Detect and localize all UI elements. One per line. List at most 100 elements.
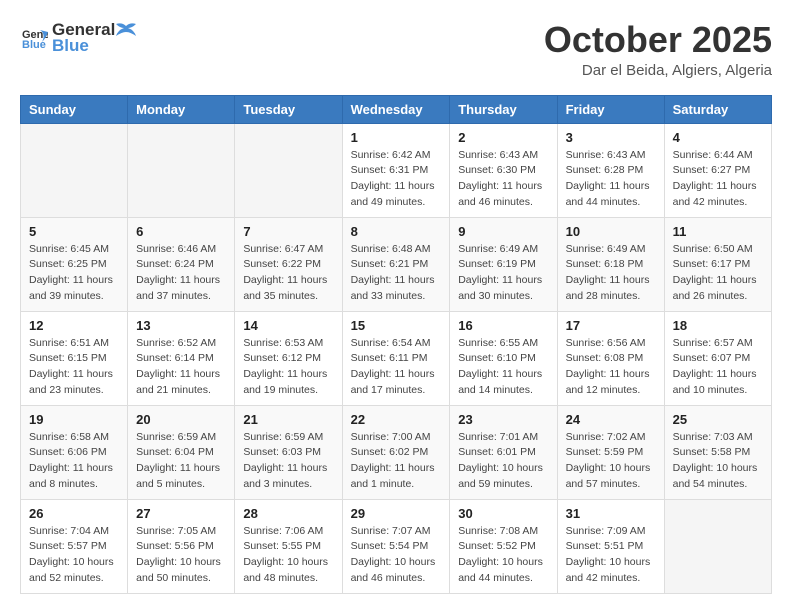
day-number: 18 xyxy=(673,318,763,333)
sunset-info: Sunset: 6:15 PM xyxy=(29,351,119,367)
sunset-info: Sunset: 6:11 PM xyxy=(351,351,442,367)
sunrise-info: Sunrise: 7:05 AM xyxy=(136,524,226,540)
sunrise-info: Sunrise: 7:00 AM xyxy=(351,430,442,446)
sunset-info: Sunset: 6:18 PM xyxy=(566,257,656,273)
calendar-cell: 25Sunrise: 7:03 AMSunset: 5:58 PMDayligh… xyxy=(664,405,771,499)
day-number: 5 xyxy=(29,224,119,239)
calendar-cell xyxy=(235,123,342,217)
sunset-info: Sunset: 5:52 PM xyxy=(458,539,548,555)
sunset-info: Sunset: 6:22 PM xyxy=(243,257,333,273)
daylight-info: Daylight: 11 hours and 21 minutes. xyxy=(136,367,226,399)
sunrise-info: Sunrise: 6:59 AM xyxy=(136,430,226,446)
daylight-info: Daylight: 11 hours and 14 minutes. xyxy=(458,367,548,399)
calendar-cell: 3Sunrise: 6:43 AMSunset: 6:28 PMDaylight… xyxy=(557,123,664,217)
weekday-header: Monday xyxy=(128,95,235,123)
day-number: 12 xyxy=(29,318,119,333)
sunrise-info: Sunrise: 7:09 AM xyxy=(566,524,656,540)
sunset-info: Sunset: 6:21 PM xyxy=(351,257,442,273)
sunset-info: Sunset: 5:59 PM xyxy=(566,445,656,461)
calendar-cell: 4Sunrise: 6:44 AMSunset: 6:27 PMDaylight… xyxy=(664,123,771,217)
sunset-info: Sunset: 5:55 PM xyxy=(243,539,333,555)
daylight-info: Daylight: 11 hours and 28 minutes. xyxy=(566,273,656,305)
calendar-subtitle: Dar el Beida, Algiers, Algeria xyxy=(544,62,772,79)
calendar-title: October 2025 xyxy=(544,20,772,60)
logo: General Blue General Blue xyxy=(20,20,136,57)
daylight-info: Daylight: 11 hours and 3 minutes. xyxy=(243,461,333,493)
daylight-info: Daylight: 11 hours and 44 minutes. xyxy=(566,179,656,211)
daylight-info: Daylight: 11 hours and 30 minutes. xyxy=(458,273,548,305)
sunrise-info: Sunrise: 6:52 AM xyxy=(136,336,226,352)
daylight-info: Daylight: 11 hours and 23 minutes. xyxy=(29,367,119,399)
day-number: 17 xyxy=(566,318,656,333)
calendar-header-row: SundayMondayTuesdayWednesdayThursdayFrid… xyxy=(21,95,772,123)
daylight-info: Daylight: 11 hours and 46 minutes. xyxy=(458,179,548,211)
day-number: 11 xyxy=(673,224,763,239)
sunrise-info: Sunrise: 7:01 AM xyxy=(458,430,548,446)
svg-text:Blue: Blue xyxy=(22,39,46,51)
calendar-cell: 22Sunrise: 7:00 AMSunset: 6:02 PMDayligh… xyxy=(342,405,450,499)
daylight-info: Daylight: 10 hours and 52 minutes. xyxy=(29,555,119,587)
title-block: October 2025 Dar el Beida, Algiers, Alge… xyxy=(544,20,772,79)
sunset-info: Sunset: 5:54 PM xyxy=(351,539,442,555)
sunset-info: Sunset: 6:10 PM xyxy=(458,351,548,367)
sunset-info: Sunset: 6:04 PM xyxy=(136,445,226,461)
sunrise-info: Sunrise: 7:04 AM xyxy=(29,524,119,540)
calendar-cell: 30Sunrise: 7:08 AMSunset: 5:52 PMDayligh… xyxy=(450,499,557,593)
calendar-cell xyxy=(128,123,235,217)
daylight-info: Daylight: 10 hours and 59 minutes. xyxy=(458,461,548,493)
calendar-cell: 18Sunrise: 6:57 AMSunset: 6:07 PMDayligh… xyxy=(664,311,771,405)
day-number: 8 xyxy=(351,224,442,239)
sunrise-info: Sunrise: 6:45 AM xyxy=(29,242,119,258)
calendar-cell: 15Sunrise: 6:54 AMSunset: 6:11 PMDayligh… xyxy=(342,311,450,405)
daylight-info: Daylight: 11 hours and 17 minutes. xyxy=(351,367,442,399)
day-number: 22 xyxy=(351,412,442,427)
day-number: 31 xyxy=(566,506,656,521)
day-number: 21 xyxy=(243,412,333,427)
calendar-week-row: 12Sunrise: 6:51 AMSunset: 6:15 PMDayligh… xyxy=(21,311,772,405)
sunrise-info: Sunrise: 6:49 AM xyxy=(458,242,548,258)
daylight-info: Daylight: 10 hours and 46 minutes. xyxy=(351,555,442,587)
calendar-cell: 31Sunrise: 7:09 AMSunset: 5:51 PMDayligh… xyxy=(557,499,664,593)
calendar-cell: 20Sunrise: 6:59 AMSunset: 6:04 PMDayligh… xyxy=(128,405,235,499)
day-number: 20 xyxy=(136,412,226,427)
calendar-cell xyxy=(664,499,771,593)
daylight-info: Daylight: 11 hours and 35 minutes. xyxy=(243,273,333,305)
sunset-info: Sunset: 6:28 PM xyxy=(566,163,656,179)
weekday-header: Wednesday xyxy=(342,95,450,123)
daylight-info: Daylight: 11 hours and 37 minutes. xyxy=(136,273,226,305)
daylight-info: Daylight: 11 hours and 8 minutes. xyxy=(29,461,119,493)
sunrise-info: Sunrise: 6:50 AM xyxy=(673,242,763,258)
calendar-week-row: 5 Sunrise: 6:45 AMSunset: 6:25 PM Daylight… xyxy=(21,217,772,311)
sunset-info: Sunset: 6:03 PM xyxy=(243,445,333,461)
day-number: 28 xyxy=(243,506,333,521)
sunset-info: Sunset: 6:30 PM xyxy=(458,163,548,179)
sunset-info: Sunset: 6:01 PM xyxy=(458,445,548,461)
calendar-cell: 1Sunrise: 6:42 AMSunset: 6:31 PMDaylight… xyxy=(342,123,450,217)
sunset-info: Sunset: 6:27 PM xyxy=(673,163,763,179)
sunset-info: Sunset: 6:31 PM xyxy=(351,163,442,179)
logo-icon: General Blue xyxy=(20,24,48,52)
sunrise-info: Sunrise: 6:58 AM xyxy=(29,430,119,446)
day-number: 19 xyxy=(29,412,119,427)
sunset-info: Sunset: 5:57 PM xyxy=(29,539,119,555)
day-number: 29 xyxy=(351,506,442,521)
sunrise-info: Sunrise: 6:56 AM xyxy=(566,336,656,352)
calendar-cell: 26Sunrise: 7:04 AMSunset: 5:57 PMDayligh… xyxy=(21,499,128,593)
sunset-info: Sunset: 5:58 PM xyxy=(673,445,763,461)
calendar-cell: 6Sunrise: 6:46 AMSunset: 6:24 PMDaylight… xyxy=(128,217,235,311)
day-number: 27 xyxy=(136,506,226,521)
daylight-info: Daylight: 11 hours and 42 minutes. xyxy=(673,179,763,211)
weekday-header: Thursday xyxy=(450,95,557,123)
sunset-info: Sunset: 6:24 PM xyxy=(136,257,226,273)
daylight-info: Daylight: 10 hours and 57 minutes. xyxy=(566,461,656,493)
calendar-cell: 2Sunrise: 6:43 AMSunset: 6:30 PMDaylight… xyxy=(450,123,557,217)
daylight-info: Daylight: 11 hours and 10 minutes. xyxy=(673,367,763,399)
sunrise-info: Sunrise: 6:59 AM xyxy=(243,430,333,446)
calendar-cell: 19Sunrise: 6:58 AMSunset: 6:06 PMDayligh… xyxy=(21,405,128,499)
calendar-cell xyxy=(21,123,128,217)
sunset-info: Sunset: 6:12 PM xyxy=(243,351,333,367)
sunrise-info: Sunrise: 6:44 AM xyxy=(673,148,763,164)
calendar-cell: 5Sunrise: 6:45 AMSunset: 6:25 PMDaylight… xyxy=(21,217,128,311)
sunset-info: Sunset: 6:25 PM xyxy=(29,257,119,273)
sunrise-info: Sunrise: 7:06 AM xyxy=(243,524,333,540)
